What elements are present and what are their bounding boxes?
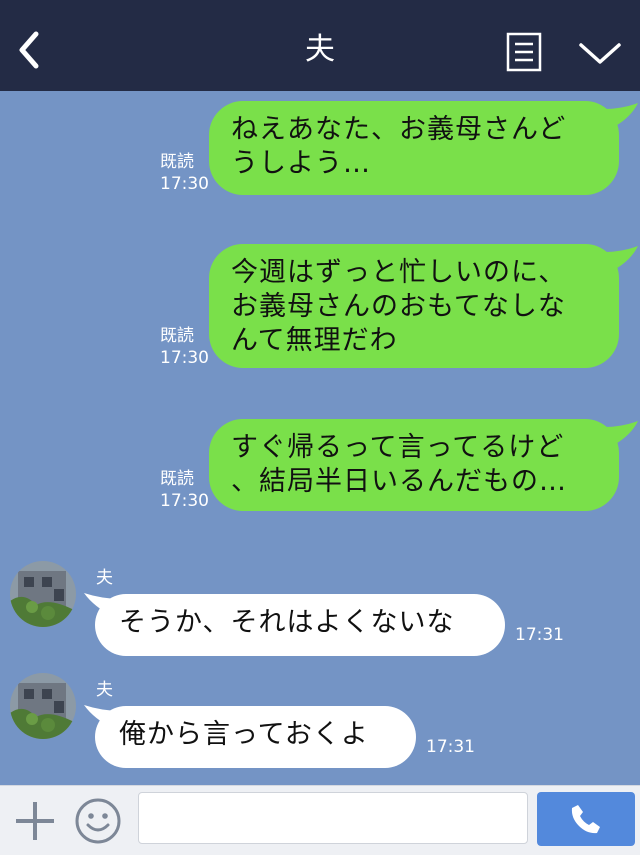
avatar[interactable]	[10, 561, 76, 627]
chat-area[interactable]: ねえあなた、お義母さんど うしよう… 既読 17:30 今週はずっと忙しいのに、…	[0, 91, 640, 785]
avatar[interactable]	[10, 673, 76, 739]
timestamp: 17:30	[160, 348, 209, 368]
timestamp: 17:30	[160, 174, 209, 194]
phone-icon	[571, 805, 600, 834]
emoji-icon[interactable]	[74, 797, 122, 845]
timestamp: 17:30	[160, 491, 209, 511]
message-bubble[interactable]: ねえあなた、お義母さんど うしよう…	[209, 101, 619, 195]
read-receipt: 既読 17:30	[160, 468, 209, 512]
sender-name: 夫	[96, 568, 113, 588]
message-bubble[interactable]: そうか、それはよくないな	[95, 594, 505, 656]
list-icon[interactable]	[506, 32, 542, 72]
call-button[interactable]	[537, 792, 635, 846]
plus-icon[interactable]	[14, 800, 56, 842]
input-bar	[0, 785, 640, 855]
sender-name: 夫	[96, 680, 113, 700]
chevron-down-icon[interactable]	[578, 40, 622, 68]
read-receipt: 既読 17:30	[160, 325, 209, 369]
chat-header: 夫	[0, 0, 640, 91]
read-label: 既読	[160, 152, 194, 172]
message-bubble[interactable]: 俺から言っておくよ	[95, 706, 416, 768]
read-receipt: 既読 17:30	[160, 151, 209, 195]
read-label: 既読	[160, 326, 194, 346]
message-bubble[interactable]: 今週はずっと忙しいのに、 お義母さんのおもてなしな んて無理だわ	[209, 244, 619, 368]
timestamp: 17:31	[515, 625, 564, 645]
chat-title: 夫	[305, 32, 335, 67]
message-input[interactable]	[138, 792, 528, 844]
read-label: 既読	[160, 469, 194, 489]
timestamp: 17:31	[426, 737, 475, 757]
message-bubble[interactable]: すぐ帰るって言ってるけど 、結局半日いるんだもの…	[209, 419, 619, 511]
